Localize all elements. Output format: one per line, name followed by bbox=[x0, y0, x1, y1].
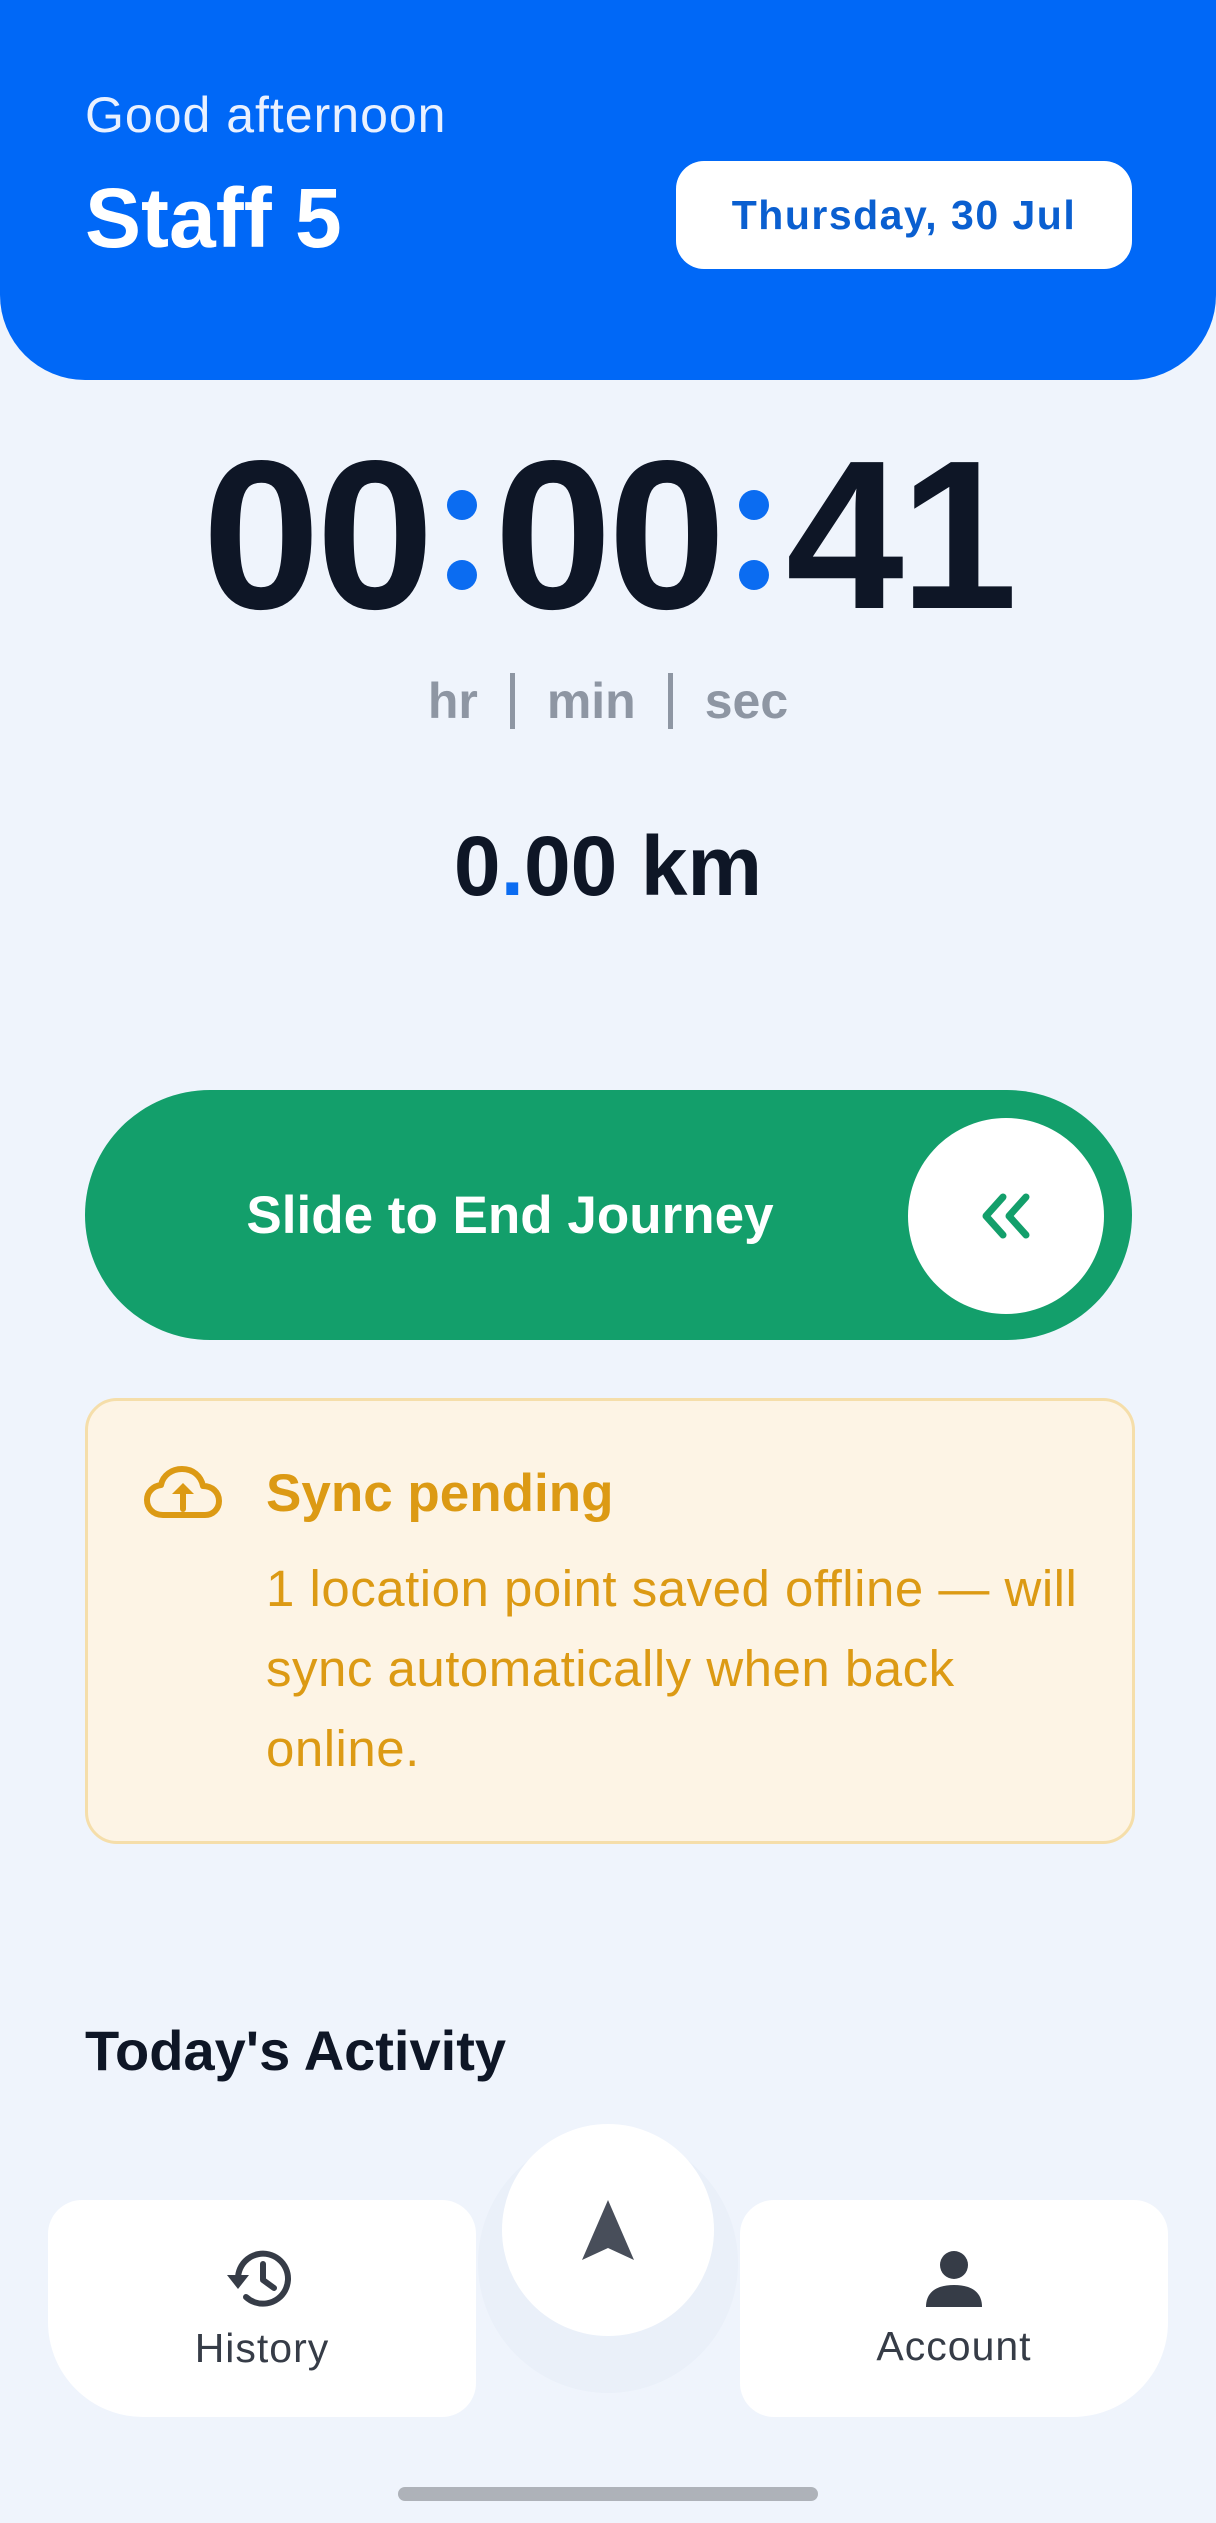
navigation-arrow-icon bbox=[582, 2200, 634, 2260]
timer-separator bbox=[430, 455, 494, 615]
home-indicator[interactable] bbox=[398, 2487, 818, 2501]
unit-divider bbox=[667, 673, 673, 729]
timer-separator bbox=[722, 455, 786, 615]
todays-activity-heading: Today's Activity bbox=[85, 2019, 506, 2082]
nav-bar-left: History bbox=[48, 2200, 476, 2417]
greeting-text: Good afternoon bbox=[85, 87, 447, 143]
timer-seconds: 41 bbox=[785, 416, 1018, 653]
unit-divider bbox=[509, 673, 515, 729]
cloud-upload-icon bbox=[144, 1466, 222, 1518]
timer-hours: 00 bbox=[202, 416, 434, 653]
slider-knob[interactable] bbox=[908, 1118, 1104, 1314]
slider-label: Slide to End Journey bbox=[246, 1185, 774, 1245]
unit-minutes-label: min bbox=[546, 673, 636, 729]
nav-history-button[interactable]: History bbox=[48, 2200, 476, 2417]
unit-seconds-label: sec bbox=[704, 673, 789, 729]
history-icon bbox=[227, 2250, 291, 2307]
distance-fraction: 00 bbox=[523, 819, 618, 913]
sync-pending-card: Sync pending 1 location point saved offl… bbox=[85, 1398, 1135, 1844]
chevrons-left-icon bbox=[982, 1193, 1030, 1239]
distance-whole: 0 bbox=[453, 819, 501, 913]
nav-bar-right: Account bbox=[740, 2200, 1168, 2417]
distance-readout: 0.00 km bbox=[0, 818, 1216, 915]
timer-minutes: 00 bbox=[494, 416, 726, 653]
nav-account-label: Account bbox=[876, 2323, 1032, 2369]
distance-unit: km bbox=[640, 819, 763, 913]
staff-name: Staff 5 bbox=[85, 171, 342, 265]
journey-timer: 00 00 41 bbox=[0, 416, 1216, 653]
timer-units: hr min sec bbox=[0, 672, 1216, 730]
unit-hours-label: hr bbox=[427, 673, 478, 729]
sync-title: Sync pending bbox=[266, 1464, 614, 1523]
sync-message: 1 location point saved offline — will sy… bbox=[266, 1560, 1078, 1777]
date-chip: Thursday, 30 Jul bbox=[676, 161, 1132, 269]
distance-decimal-point: . bbox=[500, 819, 524, 913]
nav-account-button[interactable]: Account bbox=[740, 2200, 1168, 2417]
nav-journey-button[interactable] bbox=[502, 2124, 714, 2336]
end-journey-slider[interactable]: Slide to End Journey bbox=[85, 1090, 1132, 1340]
nav-history-label: History bbox=[194, 2325, 330, 2371]
header: Good afternoon Staff 5 Thursday, 30 Jul bbox=[0, 0, 1216, 380]
person-icon bbox=[926, 2251, 982, 2307]
